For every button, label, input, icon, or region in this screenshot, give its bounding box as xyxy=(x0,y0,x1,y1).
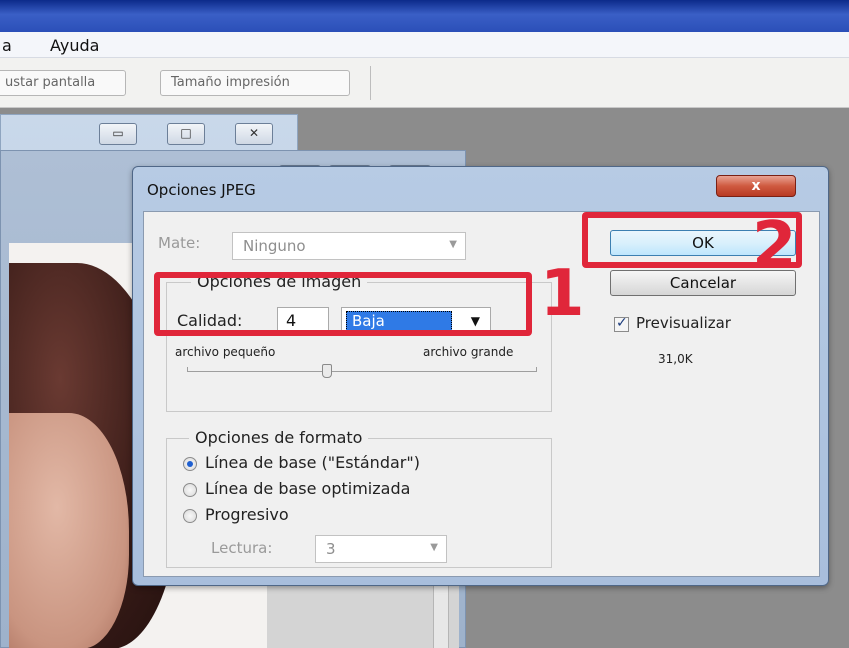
app-title-bar xyxy=(0,0,849,32)
slider-tick xyxy=(536,367,537,371)
options-toolbar: ustar pantalla Tamaño impresión xyxy=(0,58,849,108)
format-options-group: Opciones de formato Línea de base ("Está… xyxy=(166,428,552,568)
preview-label: Previsualizar xyxy=(636,314,731,332)
preview-checkbox[interactable]: ✓ xyxy=(614,315,629,332)
annotation-number-2: 2 xyxy=(752,209,797,283)
quality-slider-thumb[interactable] xyxy=(322,364,332,378)
progressive-radio[interactable] xyxy=(183,509,197,523)
matte-label: Mate: xyxy=(158,234,201,252)
print-size-button[interactable]: Tamaño impresión xyxy=(160,70,350,96)
baseline-standard-radio[interactable] xyxy=(183,457,197,471)
scans-value: 3 xyxy=(326,540,336,558)
annotation-number-1: 1 xyxy=(540,257,585,331)
maximize-button[interactable]: □ xyxy=(167,123,205,145)
scans-label: Lectura: xyxy=(211,539,273,557)
annotation-box-quality xyxy=(154,272,532,336)
minimize-icon: ▭ xyxy=(112,126,124,140)
dialog-close-button[interactable]: x xyxy=(716,175,796,197)
maximize-icon: □ xyxy=(180,126,192,140)
menu-item-help[interactable]: Ayuda xyxy=(50,36,99,55)
quality-slider-track[interactable] xyxy=(187,371,537,372)
close-window-button[interactable]: ✕ xyxy=(235,123,273,145)
photo-face xyxy=(9,413,129,648)
matte-dropdown[interactable]: Ninguno ▼ xyxy=(232,232,466,260)
dialog-title: Opciones JPEG xyxy=(147,181,256,199)
checkmark-icon: ✓ xyxy=(616,315,628,331)
matte-value: Ninguno xyxy=(243,237,306,255)
chevron-down-icon: ▼ xyxy=(430,542,438,553)
minimize-button[interactable]: ▭ xyxy=(99,123,137,145)
close-icon: ✕ xyxy=(248,126,260,140)
fit-screen-button[interactable]: ustar pantalla xyxy=(0,70,126,96)
menu-item-window[interactable]: a xyxy=(2,36,12,55)
baseline-optimized-radio[interactable] xyxy=(183,483,197,497)
chevron-down-icon: ▼ xyxy=(449,239,457,250)
progressive-label: Progresivo xyxy=(205,505,289,524)
baseline-standard-label: Línea de base ("Estándar") xyxy=(205,453,420,472)
small-file-label: archivo pequeño xyxy=(175,345,276,359)
large-file-label: archivo grande xyxy=(423,345,514,359)
file-size-readout: 31,0K xyxy=(658,352,693,366)
slider-tick xyxy=(187,367,188,371)
scans-dropdown[interactable]: 3 ▼ xyxy=(315,535,447,563)
format-options-title: Opciones de formato xyxy=(189,428,369,447)
toolbar-separator xyxy=(370,66,371,100)
menu-bar: a Ayuda xyxy=(0,32,849,58)
baseline-optimized-label: Línea de base optimizada xyxy=(205,479,411,498)
